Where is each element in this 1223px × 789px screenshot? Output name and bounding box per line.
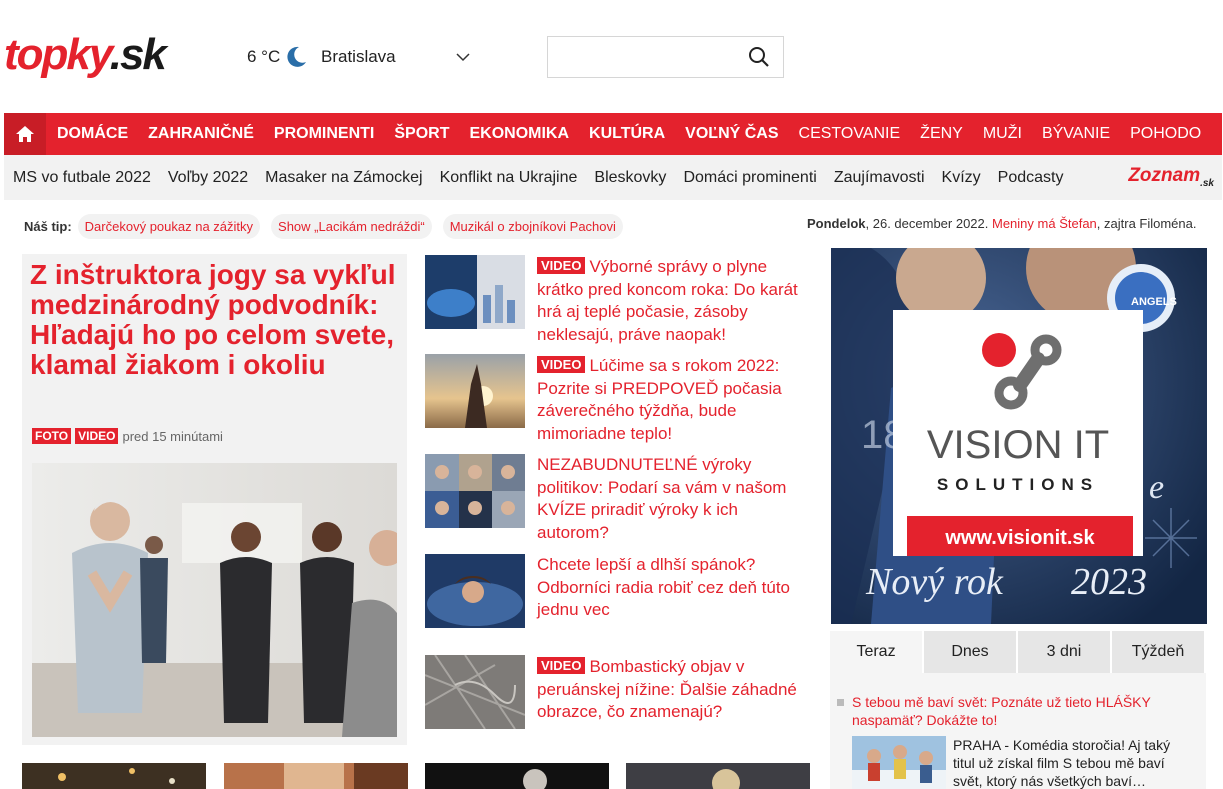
tip-pill[interactable]: Show „Lacikám nedráždi“: [271, 214, 432, 239]
video-badge: VIDEO: [75, 428, 119, 444]
nav-item-muzi[interactable]: MUŽI: [983, 125, 1022, 143]
site-logo[interactable]: topky.sk: [4, 22, 176, 88]
search-box: [547, 36, 784, 78]
ad-greeting: Nový rok: [865, 561, 1004, 603]
article-title[interactable]: Chcete lepší a dlhší spánok? Odborníci r…: [537, 554, 811, 622]
day-name: Pondelok: [807, 216, 866, 231]
nameday-link[interactable]: Meniny má Štefan: [992, 216, 1097, 231]
article-title-text: Chcete lepší a dlhší spánok? Odborníci r…: [537, 555, 791, 619]
video-badge: VIDEO: [537, 257, 586, 274]
home-icon: [16, 126, 34, 142]
city-select[interactable]: Bratislava: [321, 47, 470, 67]
ad-brand-line1: VISION IT: [927, 423, 1109, 467]
dateline: Pondelok, 26. december 2022. Meniny má Š…: [807, 216, 1196, 231]
article-title[interactable]: VIDEO Bombastický objav v peruánskej níži…: [537, 655, 811, 724]
search-icon[interactable]: [748, 46, 770, 68]
subnav-item[interactable]: MS vo futbale 2022: [13, 169, 151, 187]
temperature: 6 °C: [247, 47, 281, 66]
article-thumbnail[interactable]: [425, 354, 525, 428]
nav-item-sport[interactable]: ŠPORT: [394, 125, 449, 143]
tips-label: Náš tip:: [24, 219, 72, 234]
popular-article-title[interactable]: S tebou mě baví svět: Poznáte už tieto H…: [852, 693, 1192, 729]
article-title[interactable]: VIDEO Lúčime sa s rokom 2022: Pozrite si …: [537, 354, 811, 445]
zoznam-suffix: .sk: [1200, 177, 1214, 189]
moon-icon: [287, 46, 307, 67]
home-button[interactable]: [4, 113, 46, 155]
sub-nav: MS vo futbale 2022 Voľby 2022 Masaker na…: [4, 155, 1222, 200]
tips-row: Náš tip: Darčekový poukaz na zážitky Sho…: [24, 214, 634, 239]
article-title[interactable]: VIDEO Výborné správy o plyne krátko pred …: [537, 255, 811, 346]
popular-tabs: Teraz Dnes 3 dni Týždeň: [830, 631, 1206, 673]
nav-item-cestovanie[interactable]: CESTOVANIE: [799, 125, 901, 143]
article-thumbnail[interactable]: [425, 763, 609, 789]
ad-year: 2023: [1071, 561, 1147, 603]
lead-image[interactable]: [32, 463, 397, 737]
article-thumbnail[interactable]: [425, 554, 525, 628]
nav-item-byvanie[interactable]: BÝVANIE: [1042, 125, 1110, 143]
subnav-item[interactable]: Konflikt na Ukrajine: [440, 169, 578, 187]
tab-dnes[interactable]: Dnes: [924, 631, 1018, 673]
article-title-text: NEZABUDNUTEĽNÉ výroky politikov: Podarí …: [537, 455, 787, 542]
bullet-icon: [837, 699, 844, 706]
subnav-item[interactable]: Zaujímavosti: [834, 169, 925, 187]
tab-teraz[interactable]: Teraz: [830, 631, 924, 673]
tab-3-dni[interactable]: 3 dni: [1018, 631, 1112, 673]
video-badge: VIDEO: [537, 356, 586, 373]
lead-time: pred 15 minútami: [122, 428, 223, 444]
subnav-item[interactable]: Podcasty: [998, 169, 1064, 187]
search-input[interactable]: [548, 37, 738, 77]
foto-badge: FOTO: [32, 428, 72, 444]
ad-brand-line2: SOLUTIONS: [937, 475, 1099, 494]
nav-item-prominenti[interactable]: PROMINENTI: [274, 125, 374, 143]
subnav-item[interactable]: Domáci prominenti: [683, 169, 816, 187]
nav-item-domace[interactable]: DOMÁCE: [57, 125, 128, 143]
date-text: , 26. december 2022.: [865, 216, 989, 231]
nav-item-ekonomika[interactable]: EKONOMIKA: [469, 125, 569, 143]
article-thumbnail[interactable]: [22, 763, 206, 789]
logo-text-tld: .sk: [109, 30, 167, 79]
article-thumbnail[interactable]: [425, 255, 525, 329]
popular-article-perex[interactable]: PRAHA - Komédia storočia! Aj taký titul …: [953, 736, 1193, 789]
subnav-item[interactable]: Masaker na Zámockej: [265, 169, 422, 187]
advertisement[interactable]: ANGELS 18 e VISION IT SOLUTIONS www.visi…: [831, 248, 1207, 624]
ad-url: www.visionit.sk: [944, 527, 1095, 549]
tab-tyzden[interactable]: Týždeň: [1112, 631, 1206, 673]
city-name: Bratislava: [321, 47, 396, 66]
ad-script-fragment: e: [1149, 469, 1164, 506]
article-thumbnail[interactable]: [425, 655, 525, 729]
subnav-item[interactable]: Voľby 2022: [168, 169, 248, 187]
article-thumbnail[interactable]: [626, 763, 810, 789]
zoznam-logo[interactable]: Zoznam.sk: [1128, 165, 1214, 189]
lead-article[interactable]: Z inštruktora jogy sa vykľul medzinárodn…: [22, 254, 407, 745]
lead-meta: FOTO VIDEO pred 15 minútami: [32, 428, 223, 444]
video-badge: VIDEO: [537, 657, 586, 674]
zoznam-brand: Zoznam: [1128, 165, 1201, 186]
subnav-item[interactable]: Bleskovky: [594, 169, 666, 187]
subnav-item[interactable]: Kvízy: [942, 169, 981, 187]
chevron-down-icon: [456, 53, 470, 62]
nav-item-pohodo[interactable]: POHODO: [1130, 125, 1201, 143]
nav-item-zeny[interactable]: ŽENY: [920, 125, 963, 143]
tomorrow-text: , zajtra Filoména.: [1096, 216, 1197, 231]
article-thumbnail[interactable]: [224, 763, 408, 789]
article-thumbnail[interactable]: [425, 454, 525, 528]
article-title[interactable]: NEZABUDNUTEĽNÉ výroky politikov: Podarí …: [537, 454, 811, 544]
ad-badge-text: ANGELS: [1131, 296, 1177, 308]
main-nav: DOMÁCE ZAHRANIČNÉ PROMINENTI ŠPORT EKONO…: [4, 113, 1222, 155]
nav-item-kultura[interactable]: KULTÚRA: [589, 125, 665, 143]
logo-text-main: topky: [4, 30, 112, 79]
tab-panel: S tebou mě baví svět: Poznáte už tieto H…: [830, 673, 1206, 789]
weather-widget: 6 °C: [247, 45, 314, 69]
tip-pill[interactable]: Darčekový poukaz na zážitky: [77, 214, 261, 239]
nav-item-volny-cas[interactable]: VOĽNÝ ČAS: [685, 125, 778, 143]
popular-article-thumbnail[interactable]: [852, 736, 946, 789]
nav-item-zahranicne[interactable]: ZAHRANIČNÉ: [148, 125, 254, 143]
tip-pill[interactable]: Muzikál o zbojníkovi Pachovi: [442, 214, 623, 239]
lead-title[interactable]: Z inštruktora jogy sa vykľul medzinárodn…: [30, 260, 400, 380]
